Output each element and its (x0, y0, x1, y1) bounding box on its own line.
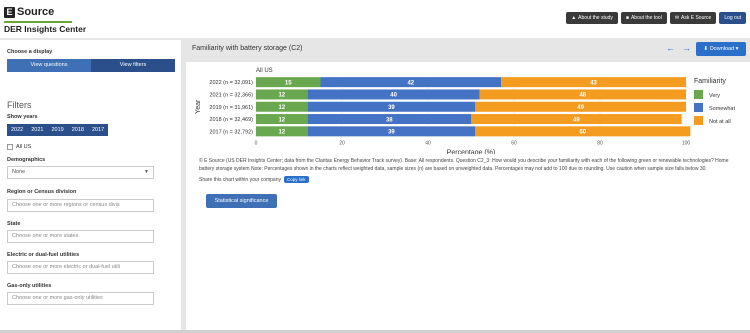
x-axis-title: Percentage (%) (447, 150, 496, 155)
top-nav: ▲ About the study ■ About the tool ✉ Ask E … (566, 12, 746, 24)
gas-utilities-label: Gas-only utilities (7, 283, 52, 289)
y-axis-title: Year (195, 99, 202, 114)
gas-utilities-input[interactable]: Choose one or more gas-only utilities (7, 292, 154, 305)
electric-utilities-label: Electric or dual-fuel utilities (7, 252, 80, 258)
bar-data-label: 39 (388, 105, 395, 111)
display-toggle: View questions View filters (7, 59, 175, 72)
bar-data-label: 43 (590, 80, 597, 86)
site-subtitle: DER Insights Center (4, 24, 87, 34)
filters-heading: Filters (7, 100, 32, 110)
x-tick-label: 80 (597, 141, 603, 147)
legend-label: Very (709, 93, 720, 99)
chart-notes: © E Source (US DER Insights Center; data… (199, 158, 729, 172)
legend-swatch (694, 90, 703, 99)
x-tick-label: 60 (511, 141, 517, 147)
year-2022[interactable]: 2022 (7, 124, 27, 136)
x-tick-label: 40 (425, 141, 431, 147)
bar-data-label: 12 (278, 117, 285, 123)
briefcase-icon: ■ (625, 15, 629, 21)
all-us-checkbox[interactable]: All US (7, 144, 31, 150)
legend-label: Not at all (709, 119, 731, 125)
year-2017[interactable]: 2017 (88, 124, 108, 136)
electric-utilities-input[interactable]: Choose one or more electric or dual-fuel… (7, 261, 154, 274)
legend-swatch (694, 116, 703, 125)
bar-data-label: 40 (390, 93, 397, 99)
about-study-button[interactable]: ▲ About the study (566, 12, 618, 24)
checkbox-box[interactable] (7, 144, 13, 150)
legend-label: Somewhat (709, 106, 735, 112)
x-tick-label: 0 (255, 141, 258, 147)
about-tool-button[interactable]: ■ About the tool (620, 12, 667, 24)
bar-data-label: 39 (388, 130, 395, 136)
view-questions-button[interactable]: View questions (7, 59, 91, 72)
x-tick-label: 20 (339, 141, 345, 147)
arrow-right-icon[interactable]: → (682, 43, 691, 53)
y-tick-label: 2019 (n = 31,961) (209, 105, 253, 111)
y-tick-label: 2017 (n = 32,792) (209, 129, 253, 135)
y-tick-label: 2022 (n = 32,091) (209, 80, 253, 86)
y-tick-label: 2018 (n = 32,469) (209, 117, 253, 123)
ask-esource-button[interactable]: ✉ Ask E Source (669, 12, 717, 24)
demographics-select[interactable]: None ▼ (7, 166, 154, 179)
year-2018[interactable]: 2018 (68, 124, 88, 136)
x-tick-label: 100 (682, 141, 691, 147)
region-label: Region or Census division (7, 189, 77, 195)
year-2021[interactable]: 2021 (27, 124, 47, 136)
bar-data-label: 12 (278, 93, 285, 99)
chevron-down-icon: ▼ (144, 169, 149, 175)
state-input[interactable]: Choose one or more states (7, 230, 154, 243)
year-selector: 2022 2021 2019 2018 2017 (7, 124, 109, 136)
bar-data-label: 48 (579, 93, 586, 99)
logo-text: Source (17, 6, 55, 18)
legend-title: Familiarity (694, 78, 726, 85)
bar-data-label: 42 (407, 80, 414, 86)
download-button[interactable]: ⬇ Download ▾ (696, 42, 746, 56)
main-header: Familiarity with battery storage (C2) ← … (186, 40, 750, 59)
logout-button[interactable]: Log out (719, 12, 746, 24)
bar-data-label: 12 (278, 130, 285, 136)
statistical-significance-button[interactable]: Statistical significance (206, 194, 277, 208)
chart: All US 0 20 40 60 80 100 2022 (n = 32,091) 15 42 4… (195, 68, 735, 155)
chart-panel-title: All US (256, 68, 273, 74)
logo-underline (4, 21, 72, 23)
y-tick-label: 2021 (n = 32,366) (209, 92, 253, 98)
bar-data-label: 49 (577, 105, 584, 111)
year-2019[interactable]: 2019 (48, 124, 68, 136)
envelope-icon: ✉ (674, 15, 680, 21)
choose-display-label: Choose a display (7, 49, 53, 55)
all-us-label: All US (16, 144, 32, 150)
state-label: State (7, 221, 21, 227)
logo[interactable]: E Source (4, 6, 54, 18)
copy-link-button[interactable]: Copy link (283, 176, 309, 183)
share-row: Share this chart within your company Cop… (199, 176, 309, 183)
bar-data-label: 50 (579, 130, 586, 136)
top-bar: E Source DER Insights Center ▲ About the … (0, 0, 750, 38)
bar-data-label: 15 (285, 80, 292, 86)
region-input[interactable]: Choose one or more regions or census div… (7, 199, 154, 212)
legend-swatch (694, 103, 703, 112)
share-label: Share this chart within your company (199, 176, 281, 183)
bar-data-label: 38 (386, 117, 393, 123)
logo-mark: E (4, 6, 15, 18)
bar-data-label: 49 (573, 117, 580, 123)
graduation-icon: ▲ (571, 15, 577, 21)
download-icon: ⬇ (703, 46, 709, 52)
arrow-left-icon[interactable]: ← (666, 43, 675, 53)
show-years-label: Show years (7, 114, 38, 120)
view-filters-button[interactable]: View filters (91, 59, 175, 72)
demographics-label: Demographics (7, 157, 46, 163)
bar-data-label: 12 (278, 105, 285, 111)
page-title: Familiarity with battery storage (C2) (192, 45, 303, 52)
